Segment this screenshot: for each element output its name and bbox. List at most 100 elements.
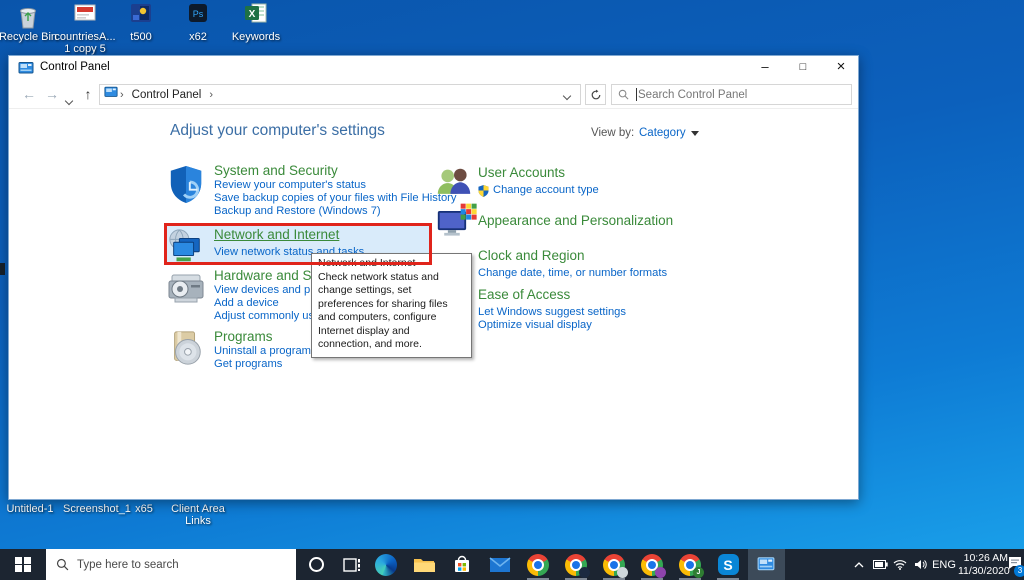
view-by-label: View by:	[591, 127, 634, 139]
date: 11/30/2020	[958, 565, 1008, 578]
category-link-label: Change account type	[493, 184, 599, 197]
tooltip-body: Check network status and change settings…	[318, 271, 465, 352]
chrome-icon	[527, 554, 549, 576]
chrome-profile-badge	[655, 567, 666, 578]
desktop-icon-client-area-links[interactable]: Client Area Links	[170, 503, 226, 527]
desktop-icon-recycle-bin[interactable]: Recycle Bin	[0, 3, 60, 43]
chrome-button-4[interactable]	[634, 549, 670, 580]
recycle-bin-icon	[14, 3, 42, 29]
shield-icon	[167, 164, 205, 209]
close-button[interactable]: ×	[822, 56, 860, 80]
breadcrumb[interactable]: Control Panel	[132, 89, 202, 101]
category-title[interactable]: User Accounts	[478, 164, 736, 181]
desktop-icon-keywords[interactable]: X Keywords	[224, 3, 288, 43]
address-bar[interactable]: › Control Panel ›	[99, 84, 581, 105]
battery-icon	[873, 560, 888, 569]
breadcrumb-separator: ›	[209, 89, 213, 101]
chrome-button-5[interactable]: J	[672, 549, 708, 580]
microsoft-store-button[interactable]	[444, 549, 480, 580]
desktop-icon-countries-file[interactable]: countriesA... 1 copy 5	[53, 3, 117, 55]
back-button[interactable]: ←	[19, 83, 39, 105]
view-by-dropdown[interactable]: Category	[639, 127, 699, 139]
task-view-button[interactable]	[334, 549, 370, 580]
chrome-profile-badge	[617, 567, 628, 578]
partially-hidden-desktop-icon	[0, 263, 5, 275]
skype-button[interactable]: S	[710, 549, 746, 580]
recent-locations-chevron-icon[interactable]	[66, 91, 72, 109]
forward-button[interactable]: →	[42, 83, 62, 105]
desktop: Recycle Bin countriesA... 1 copy 5 t500 …	[0, 0, 1024, 580]
control-panel-icon	[104, 85, 118, 104]
desktop-icon-t500[interactable]: t500	[109, 3, 173, 43]
uac-shield-icon	[478, 185, 489, 197]
desktop-icon-screenshot-1[interactable]: Screenshot_1	[60, 503, 134, 515]
minimize-button[interactable]: –	[746, 56, 784, 80]
breadcrumb-separator: ›	[120, 89, 124, 101]
file-explorer-button[interactable]	[406, 549, 442, 580]
wifi-button[interactable]	[890, 549, 910, 580]
category-link[interactable]: Get programs	[214, 358, 497, 371]
speaker-icon	[914, 559, 927, 570]
taskbar-search-placeholder: Type here to search	[77, 559, 179, 571]
chrome-icon: J	[679, 554, 701, 576]
clock[interactable]: 10:26 AM 11/30/2020	[958, 552, 1008, 577]
desktop-icon-label: Recycle Bin	[0, 31, 60, 43]
maximize-button[interactable]: □	[784, 56, 822, 80]
network-tooltip: Network and Internet Check network statu…	[311, 253, 472, 358]
taskbar-search-input[interactable]: Type here to search	[46, 549, 296, 580]
wifi-icon	[893, 559, 907, 570]
chrome-profile-badge: J	[693, 567, 704, 578]
chrome-button-1[interactable]	[520, 549, 556, 580]
up-button[interactable]: ↑	[78, 83, 98, 105]
search-icon	[56, 558, 69, 571]
refresh-button[interactable]	[585, 84, 606, 105]
category-link[interactable]: Optimize visual display	[478, 319, 778, 332]
start-button[interactable]	[0, 549, 46, 580]
chrome-button-2[interactable]	[558, 549, 594, 580]
control-panel-taskbar-button[interactable]	[748, 549, 785, 580]
photoshop-file-icon: Ps	[184, 3, 212, 29]
language-button[interactable]: ENG	[930, 549, 958, 580]
cortana-button[interactable]	[298, 549, 334, 580]
category-link[interactable]: Change date, time, or number formats	[478, 267, 778, 280]
mail-button[interactable]	[482, 549, 518, 580]
edge-button[interactable]	[368, 549, 404, 580]
chrome-icon	[641, 554, 663, 576]
cortana-icon	[309, 557, 324, 572]
chrome-button-3[interactable]	[596, 549, 632, 580]
window-titlebar[interactable]: Control Panel – □ ×	[9, 56, 858, 80]
chevron-up-icon	[854, 562, 864, 568]
svg-text:X: X	[249, 9, 256, 20]
category-link[interactable]: Let Windows suggest settings	[478, 306, 778, 319]
tray-expand-button[interactable]	[848, 549, 870, 580]
category-link[interactable]: Change account type	[478, 184, 736, 197]
category-title[interactable]: Appearance and Personalization	[478, 212, 778, 229]
program-disc-icon	[167, 330, 205, 373]
desktop-icon-label: t500	[109, 31, 173, 43]
desktop-icon-x65[interactable]: x65	[128, 503, 160, 515]
chrome-profile-badge	[579, 567, 590, 578]
text-caret	[636, 88, 637, 101]
search-icon	[618, 89, 629, 100]
category-title[interactable]: Ease of Access	[478, 286, 778, 303]
desktop-icon-untitled-1[interactable]: Untitled-1	[2, 503, 58, 515]
action-center-button[interactable]: 3	[1006, 549, 1024, 580]
refresh-icon	[590, 89, 602, 101]
network-icon	[167, 228, 205, 271]
battery-button[interactable]	[870, 549, 890, 580]
file-explorer-icon	[413, 556, 435, 574]
tooltip-title: Network and Internet	[318, 257, 465, 271]
chevron-down-icon	[691, 131, 699, 136]
document-icon	[71, 3, 99, 29]
address-dropdown-chevron-icon[interactable]	[564, 86, 570, 104]
printer-icon	[167, 269, 207, 314]
category-ease-of-access: Ease of Access Let Windows suggest setti…	[478, 286, 778, 332]
navigation-toolbar: ← → ↑ › Control Panel › Search Control P…	[9, 80, 858, 109]
desktop-icon-x62[interactable]: Ps x62	[166, 3, 230, 43]
task-view-icon	[343, 557, 361, 573]
control-panel-search-input[interactable]: Search Control Panel	[611, 84, 852, 105]
volume-button[interactable]	[910, 549, 930, 580]
category-title[interactable]: Clock and Region	[478, 247, 778, 264]
notification-count-badge: 3	[1014, 565, 1024, 577]
windows-logo-icon	[15, 557, 31, 573]
